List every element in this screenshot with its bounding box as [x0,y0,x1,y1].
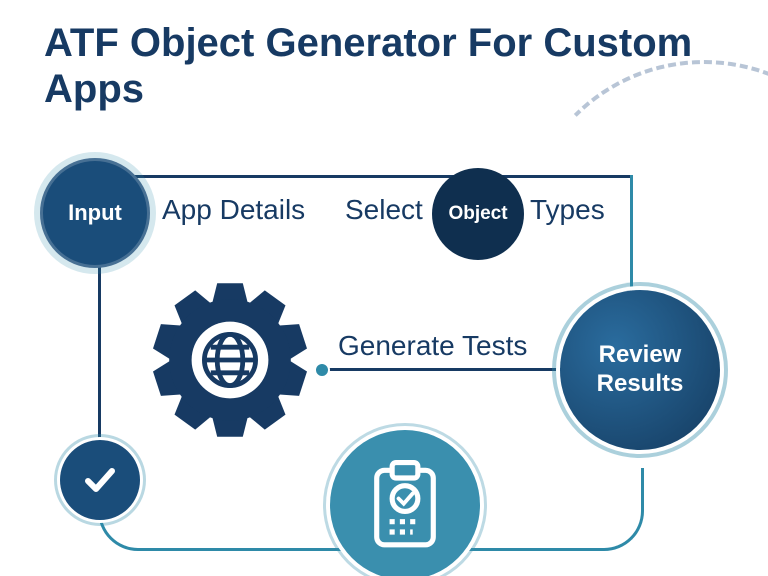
checkmark-icon [80,460,120,500]
clipboard-check-icon [365,460,445,550]
node-object: Object [432,168,524,260]
diagram: ATF Object Generator For Custom Apps Inp… [0,0,768,576]
label-generate-tests: Generate Tests [338,330,527,362]
node-label: Object [448,203,507,225]
checkmark-node [60,440,140,520]
node-label: Review Results [597,341,684,399]
connector-dot [314,362,330,378]
connector-line [100,175,630,178]
node-review: Review Results [560,290,720,450]
connector-line [98,240,101,470]
clipboard-node [330,430,480,576]
node-label: Input [68,200,122,226]
label-app-details: App Details [162,194,305,226]
node-input: Input [40,158,150,268]
label-select: Select [345,194,423,226]
gear-globe-icon [150,280,310,440]
label-types: Types [530,194,605,226]
